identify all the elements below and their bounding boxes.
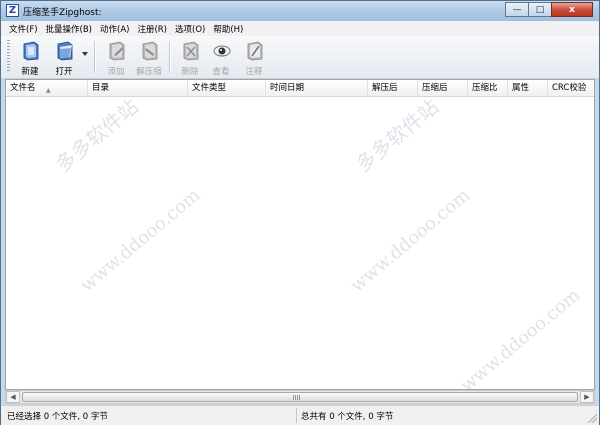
status-bar: 已经选择 0 个文件, 0 字节 总共有 0 个文件, 0 字节 [1,405,599,425]
view-button[interactable]: 查看 [206,40,236,77]
column-ratio[interactable]: 压缩比 [468,80,508,96]
menu-batch[interactable]: 批量操作(B) [42,23,96,35]
column-unpacked-size[interactable]: 解压后 [368,80,418,96]
column-datetime[interactable]: 时间日期 [266,80,368,96]
resize-grip-icon[interactable] [587,413,597,423]
menu-action[interactable]: 动作(A) [96,23,133,35]
new-archive-icon [23,41,39,61]
open-dropdown-arrow-icon[interactable] [82,52,88,56]
add-button[interactable]: 添加 [101,40,131,77]
menu-bar: 文件(F) 批量操作(B) 动作(A) 注册(R) 选项(O) 帮助(H) [1,21,599,36]
menu-options[interactable]: 选项(O) [171,23,209,35]
column-filetype[interactable]: 文件类型 [188,80,266,96]
column-attributes[interactable]: 属性 [508,80,548,96]
app-window: Z 压缩圣手Zipghost: — □ x 文件(F) 批量操作(B) 动作(A… [0,0,600,425]
column-filename[interactable]: 文件名 ▲ [6,80,88,96]
watermark-text: 多多软件站 [350,94,443,177]
new-button[interactable]: 新建 [15,40,45,77]
status-selected: 已经选择 0 个文件, 0 字节 [7,412,108,422]
menu-register[interactable]: 注册(R) [133,23,171,35]
extract-icon [142,41,158,61]
open-archive-icon [57,41,73,61]
delete-icon [183,41,199,61]
window-controls: — □ x [505,2,593,18]
file-list-header: 文件名 ▲ 目录 文件类型 时间日期 解压后 压缩后 压缩比 属性 CRC校验 [6,80,594,97]
title-bar[interactable]: Z 压缩圣手Zipghost: — □ x [1,1,599,21]
close-button[interactable]: x [551,2,593,17]
column-crc[interactable]: CRC校验 [548,80,594,96]
comment-icon [247,41,263,61]
window-title: 压缩圣手Zipghost: [23,8,102,18]
status-divider [296,408,297,423]
column-directory[interactable]: 目录 [88,80,188,96]
column-filename-label: 文件名 [10,83,36,93]
maximize-button[interactable]: □ [528,2,552,17]
sort-arrow-icon: ▲ [46,87,51,94]
comment-button-label: 注释 [245,67,263,77]
add-files-icon [109,41,125,61]
status-total: 总共有 0 个文件, 0 字节 [301,412,394,422]
watermark-text: www.ddooo.com [456,284,585,397]
scroll-right-arrow-icon[interactable]: ▶ [580,391,594,403]
column-packed-size[interactable]: 压缩后 [418,80,468,96]
comment-button[interactable]: 注释 [239,40,269,77]
scrollbar-thumb[interactable] [22,392,578,402]
app-icon[interactable]: Z [6,4,19,17]
view-eye-icon [213,45,231,57]
menu-file[interactable]: 文件(F) [5,23,42,35]
file-list[interactable]: 文件名 ▲ 目录 文件类型 时间日期 解压后 压缩后 压缩比 属性 CRC校验 … [5,79,595,396]
open-button[interactable]: 打开 [49,40,79,77]
menu-help[interactable]: 帮助(H) [209,23,247,35]
horizontal-scrollbar[interactable]: ◀ ▶ [5,390,595,404]
open-button-label: 打开 [55,67,73,77]
extract-button[interactable]: 解压缩 [134,40,164,77]
extract-button-label: 解压缩 [136,67,162,77]
watermark-text: www.ddooo.com [346,184,475,297]
scroll-left-arrow-icon[interactable]: ◀ [6,391,20,403]
watermark-text: www.ddooo.com [76,184,205,297]
minimize-button[interactable]: — [505,2,529,17]
toolbar: 新建 打开 添加 解压缩 删除 查看 注释 [1,36,599,79]
watermark-text: 多多软件站 [50,94,143,177]
